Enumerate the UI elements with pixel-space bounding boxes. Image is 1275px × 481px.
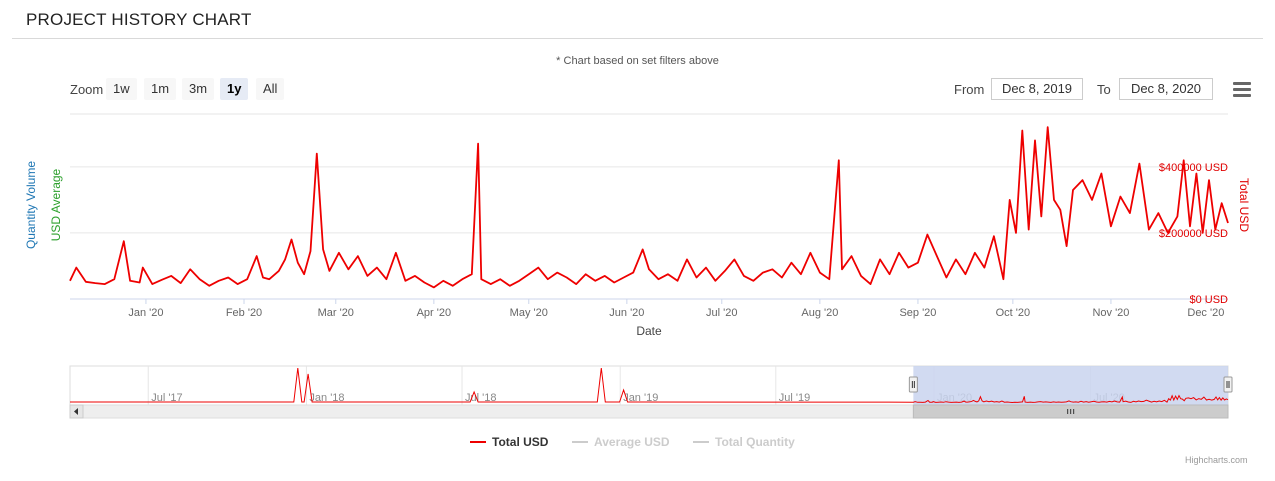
- x-tick-label: Mar '20: [318, 307, 354, 319]
- navigator-tick-label: Jul '19: [779, 392, 810, 404]
- credit-text: Highcharts.com: [1185, 455, 1248, 465]
- x-tick-label: Nov '20: [1092, 307, 1129, 319]
- x-axis-ticks: Jan '20 Feb '20 Mar '20 Apr '20 May '20 Jun '…: [128, 299, 1224, 319]
- history-chart: Jan '20 Feb '20 Mar '20 Apr '20 May '20 Jun '…: [24, 113, 1251, 449]
- legend-item-total-usd[interactable]: Total USD: [492, 435, 549, 449]
- page-title: PROJECT HISTORY CHART: [26, 10, 252, 29]
- zoom-3m-button[interactable]: 3m: [182, 78, 215, 100]
- zoom-1y-button[interactable]: 1y: [220, 78, 249, 100]
- zoom-1m-button[interactable]: 1m: [144, 78, 177, 100]
- y-tick-label: $0 USD: [1189, 294, 1228, 306]
- from-date-input[interactable]: Dec 8, 2019: [991, 78, 1083, 100]
- legend: Total USD Average USD Total Quantity: [470, 435, 795, 449]
- legend-item-total-quantity[interactable]: Total Quantity: [715, 435, 795, 449]
- zoom-all-button[interactable]: All: [256, 78, 285, 100]
- navigator-tick-label: Jul '18: [465, 392, 496, 404]
- x-axis-label: Date: [636, 324, 662, 338]
- navigator-tick-label: Jul '17: [151, 392, 182, 404]
- x-tick-label: Oct '20: [996, 307, 1031, 319]
- navigator-handle-left: [908, 376, 918, 393]
- x-tick-label: Jan '20: [128, 307, 163, 319]
- x-tick-label: Apr '20: [417, 307, 452, 319]
- y-axis-label-usd-average: USD Average: [49, 168, 63, 241]
- scrollbar-thumb: [912, 404, 1229, 419]
- x-tick-label: May '20: [510, 307, 548, 319]
- zoom-1w-button[interactable]: 1w: [106, 78, 137, 100]
- y-axis-label-quantity: Quantity Volume: [24, 161, 38, 249]
- from-label: From: [954, 82, 985, 97]
- navigator-series-line: [70, 367, 1229, 404]
- chart-gridlines: [70, 113, 1228, 300]
- x-tick-label: Sep '20: [899, 307, 936, 319]
- x-tick-label: Feb '20: [226, 307, 262, 319]
- scroll-right-arrow-icon: [1220, 408, 1224, 415]
- navigator-selected-range: [913, 366, 1228, 405]
- y-axis-ticks: $0 USD $200000 USD $400000 USD: [1159, 162, 1228, 306]
- plot-area: [69, 126, 1229, 289]
- header-bar: PROJECT HISTORY CHART: [12, 0, 1263, 39]
- to-date-input[interactable]: Dec 8, 2020: [1119, 78, 1213, 100]
- scrollbar-left-button: [69, 404, 84, 419]
- scrollbar-right-button: [1214, 404, 1229, 419]
- legend-item-average-usd[interactable]: Average USD: [594, 435, 670, 449]
- navigator-frame: [69, 365, 1229, 406]
- navigator-handle-right: [1223, 376, 1233, 393]
- navigator-tick-label: Jul '20: [1093, 392, 1124, 404]
- navigator-tick-label: Jan '20: [937, 392, 972, 404]
- x-tick-label: Aug '20: [801, 307, 838, 319]
- navigator-tick-label: Jan '19: [623, 392, 658, 404]
- y-axis-label-total-usd: Total USD: [1237, 178, 1251, 232]
- series-line-total-usd: [69, 126, 1229, 289]
- x-tick-label: Jul '20: [706, 307, 737, 319]
- to-label: To: [1097, 82, 1111, 97]
- y-tick-label: $200000 USD: [1159, 228, 1228, 240]
- navigator: Jul '17 Jan '18 Jul '18 Jan '19 Jul '19 Jan '…: [69, 365, 1233, 419]
- navigator-tick-label: Jan '18: [309, 392, 344, 404]
- x-tick-label: Jun '20: [609, 307, 644, 319]
- y-tick-label: $400000 USD: [1159, 162, 1228, 174]
- x-tick-label: Dec '20: [1187, 307, 1224, 319]
- scrollbar-track: [69, 404, 1229, 419]
- hamburger-menu-icon[interactable]: [1233, 82, 1251, 98]
- zoom-label: Zoom: [70, 82, 104, 97]
- chart-note: * Chart based on set filters above: [556, 55, 719, 67]
- scroll-left-arrow-icon: [74, 408, 78, 415]
